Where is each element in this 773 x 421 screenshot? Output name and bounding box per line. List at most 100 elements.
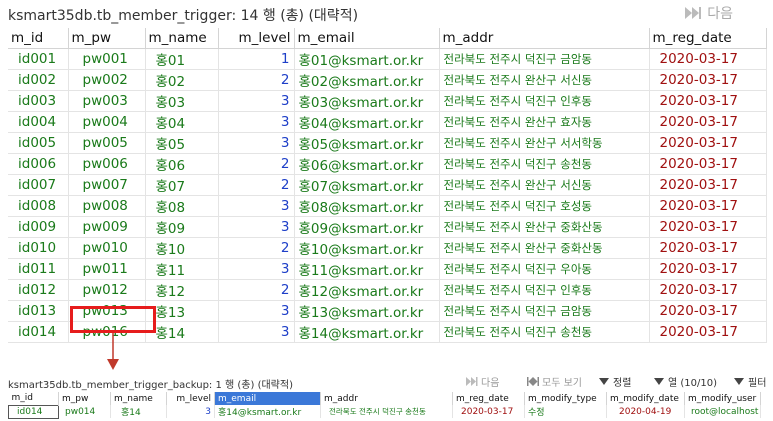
cell-m-email[interactable]: 홍06@ksmart.or.kr <box>294 153 440 175</box>
cell-m-pw[interactable]: pw008 <box>68 195 146 217</box>
col-header-m-id[interactable]: m_id <box>8 28 69 49</box>
table-row[interactable]: id005 pw005 홍05 3 홍05@ksmart.or.kr 전라북도 전주시 완… <box>8 132 767 154</box>
backup-col-m-reg-date[interactable]: m_reg_date <box>452 392 525 405</box>
backup-cell-m-email[interactable]: 홍14@ksmart.or.kr <box>214 405 321 418</box>
cell-m-id[interactable]: id007 <box>8 174 69 196</box>
cell-m-level[interactable]: 3 <box>218 216 295 238</box>
cell-m-level[interactable]: 2 <box>218 174 295 196</box>
cell-m-level[interactable]: 3 <box>218 300 295 322</box>
cell-m-id[interactable]: id011 <box>8 258 69 280</box>
cell-m-reg-date[interactable]: 2020-03-17 <box>649 69 767 91</box>
table-row[interactable]: id003 pw003 홍03 3 홍03@ksmart.or.kr 전라북도 전주시 덕… <box>8 90 767 112</box>
cell-m-level[interactable]: 2 <box>218 237 295 259</box>
col-header-m-level[interactable]: m_level <box>218 28 295 49</box>
cell-m-email[interactable]: 홍07@ksmart.or.kr <box>294 174 440 196</box>
cell-m-email[interactable]: 홍02@ksmart.or.kr <box>294 69 440 91</box>
col-header-m-email[interactable]: m_email <box>294 28 440 49</box>
cell-m-addr[interactable]: 전라북도 전주시 덕진구 송천동 <box>439 321 650 343</box>
cell-m-email[interactable]: 홍01@ksmart.or.kr <box>294 48 440 70</box>
backup-cell-m-name[interactable]: 홍14 <box>110 405 167 418</box>
cell-m-reg-date[interactable]: 2020-03-17 <box>649 279 767 301</box>
cell-m-id[interactable]: id013 <box>8 300 69 322</box>
cell-m-level[interactable]: 3 <box>218 111 295 133</box>
backup-col-m-modify-date[interactable]: m_modify_date <box>606 392 685 405</box>
cell-m-pw[interactable]: pw010 <box>68 237 146 259</box>
table-row[interactable]: id004 pw004 홍04 3 홍04@ksmart.or.kr 전라북도 전주시 완… <box>8 111 767 133</box>
backup-cell-m-modify-type[interactable]: 수정 <box>524 405 607 418</box>
table-row[interactable]: id008 pw008 홍08 3 홍08@ksmart.or.kr 전라북도 전주시 덕… <box>8 195 767 217</box>
cell-m-name[interactable]: 홍10 <box>145 237 219 259</box>
cell-m-addr[interactable]: 전라북도 전주시 완산구 서신동 <box>439 69 650 91</box>
cell-m-id[interactable]: id010 <box>8 237 69 259</box>
col-header-m-addr[interactable]: m_addr <box>439 28 650 49</box>
cell-m-level[interactable]: 3 <box>218 90 295 112</box>
cell-m-reg-date[interactable]: 2020-03-17 <box>649 321 767 343</box>
cell-m-reg-date[interactable]: 2020-03-17 <box>649 90 767 112</box>
show-all-button[interactable]: 모두 보기 <box>527 374 582 389</box>
cell-m-name[interactable]: 홍07 <box>145 174 219 196</box>
cell-m-addr[interactable]: 전라북도 전주시 덕진구 우아동 <box>439 258 650 280</box>
backup-cell-m-pw[interactable]: pw014 <box>58 405 111 418</box>
backup-col-m-id[interactable]: m_id <box>8 392 59 405</box>
cell-m-name[interactable]: 홍11 <box>145 258 219 280</box>
cell-m-name[interactable]: 홍04 <box>145 111 219 133</box>
cell-m-pw[interactable]: pw004 <box>68 111 146 133</box>
cell-m-id[interactable]: id002 <box>8 69 69 91</box>
cell-m-addr[interactable]: 전라북도 전주시 덕진구 호성동 <box>439 195 650 217</box>
cell-m-name[interactable]: 홍09 <box>145 216 219 238</box>
cell-m-name[interactable]: 홍02 <box>145 69 219 91</box>
col-header-m-reg-date[interactable]: m_reg_date <box>649 28 767 49</box>
cell-m-pw[interactable]: pw009 <box>68 216 146 238</box>
backup-cell-m-modify-date[interactable]: 2020-04-19 <box>606 405 685 418</box>
backup-table-row[interactable]: id014 pw014 홍14 3 홍14@ksmart.or.kr 전라북도 … <box>8 404 761 419</box>
cell-m-addr[interactable]: 전라북도 전주시 완산구 서신동 <box>439 174 650 196</box>
cell-m-pw[interactable]: pw003 <box>68 90 146 112</box>
table-row[interactable]: id009 pw009 홍09 3 홍09@ksmart.or.kr 전라북도 전주시 완… <box>8 216 767 238</box>
cell-m-level[interactable]: 3 <box>218 195 295 217</box>
cell-m-pw[interactable]: pw002 <box>68 69 146 91</box>
cell-m-id[interactable]: id001 <box>8 48 69 70</box>
filter-button[interactable]: 필터 <box>733 374 766 389</box>
cell-m-email[interactable]: 홍08@ksmart.or.kr <box>294 195 440 217</box>
cell-m-id[interactable]: id009 <box>8 216 69 238</box>
col-header-m-name[interactable]: m_name <box>145 28 219 49</box>
cell-m-level[interactable]: 2 <box>218 69 295 91</box>
cell-m-level[interactable]: 3 <box>218 258 295 280</box>
cell-m-addr[interactable]: 전라북도 전주시 완산구 중화산동 <box>439 237 650 259</box>
cell-m-reg-date[interactable]: 2020-03-17 <box>649 237 767 259</box>
cell-m-email[interactable]: 홍05@ksmart.or.kr <box>294 132 440 154</box>
cell-m-reg-date[interactable]: 2020-03-17 <box>649 132 767 154</box>
cell-m-email[interactable]: 홍11@ksmart.or.kr <box>294 258 440 280</box>
cell-m-id[interactable]: id003 <box>8 90 69 112</box>
table-row[interactable]: id012 pw012 홍12 2 홍12@ksmart.or.kr 전라북도 전주시 덕… <box>8 279 767 301</box>
cell-m-reg-date[interactable]: 2020-03-17 <box>649 300 767 322</box>
backup-cell-m-id[interactable]: id014 <box>8 404 59 419</box>
backup-col-m-email[interactable]: m_email <box>214 392 321 405</box>
top-next-button[interactable]: 다음 <box>683 3 733 23</box>
cell-m-addr[interactable]: 전라북도 전주시 덕진구 금암동 <box>439 48 650 70</box>
backup-cell-m-addr[interactable]: 전라북도 전주시 덕진구 송천동 <box>320 405 453 418</box>
cell-m-reg-date[interactable]: 2020-03-17 <box>649 153 767 175</box>
backup-col-m-level[interactable]: m_level <box>166 392 215 405</box>
cell-m-pw[interactable]: pw012 <box>68 279 146 301</box>
cell-m-name[interactable]: 홍08 <box>145 195 219 217</box>
cell-m-id[interactable]: id004 <box>8 111 69 133</box>
cell-m-id[interactable]: id014 <box>8 321 69 343</box>
cell-m-reg-date[interactable]: 2020-03-17 <box>649 111 767 133</box>
cell-m-email[interactable]: 홍04@ksmart.or.kr <box>294 111 440 133</box>
cell-m-addr[interactable]: 전라북도 전주시 덕진구 인후동 <box>439 90 650 112</box>
cell-m-pw[interactable]: pw006 <box>68 153 146 175</box>
cell-m-addr[interactable]: 전라북도 전주시 완산구 효자동 <box>439 111 650 133</box>
cell-m-id[interactable]: id005 <box>8 132 69 154</box>
cell-m-reg-date[interactable]: 2020-03-17 <box>649 48 767 70</box>
cell-m-addr[interactable]: 전라북도 전주시 완산구 중화산동 <box>439 216 650 238</box>
cell-m-addr[interactable]: 전라북도 전주시 덕진구 금암동 <box>439 300 650 322</box>
backup-cell-m-level[interactable]: 3 <box>166 405 215 418</box>
cell-m-email[interactable]: 홍12@ksmart.or.kr <box>294 279 440 301</box>
cell-m-addr[interactable]: 전라북도 전주시 덕진구 인후동 <box>439 279 650 301</box>
backup-cell-m-modify-user[interactable]: root@localhost <box>684 405 761 418</box>
backup-col-m-name[interactable]: m_name <box>110 392 167 405</box>
table-row[interactable]: id011 pw011 홍11 3 홍11@ksmart.or.kr 전라북도 전주시 덕… <box>8 258 767 280</box>
cell-m-level[interactable]: 2 <box>218 153 295 175</box>
cell-m-email[interactable]: 홍09@ksmart.or.kr <box>294 216 440 238</box>
